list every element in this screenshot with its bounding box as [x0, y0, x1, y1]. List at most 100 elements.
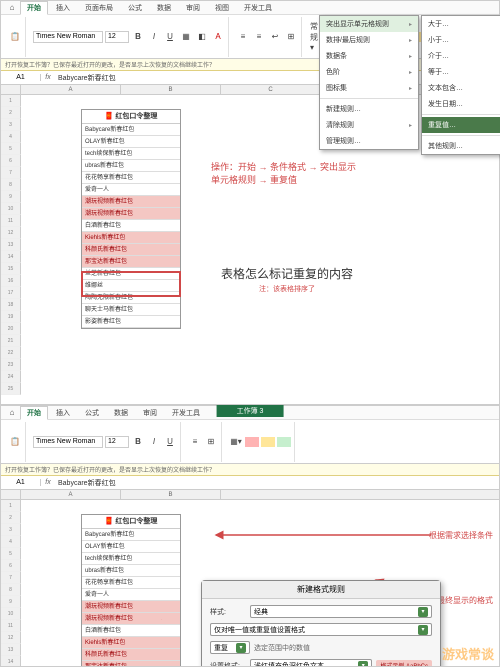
tab-review-b[interactable]: 审阅 — [136, 406, 164, 420]
menu-top-bottom[interactable]: 数排/最后规则▸ — [320, 32, 418, 48]
table-row[interactable]: Kiehls新春红包 — [82, 232, 180, 244]
table-row[interactable]: 聊天士马新春红包 — [82, 304, 180, 316]
submenu-between[interactable]: 介于… — [422, 48, 500, 64]
tab-start[interactable]: 开始 — [20, 1, 48, 15]
size-select[interactable] — [105, 31, 129, 43]
tab-review[interactable]: 审阅 — [179, 1, 207, 15]
table-row[interactable]: 陶陶无限新春红包 — [82, 292, 180, 304]
home-icon-b[interactable]: ⌂ — [5, 406, 19, 420]
table-row[interactable]: 花花畅享新春红包 — [82, 172, 180, 184]
rule-type-select[interactable]: 仅对唯一值或重复值设置格式▾ — [210, 623, 432, 636]
table-row[interactable]: tech续保新春红包 — [82, 553, 180, 565]
bold-b[interactable]: B — [131, 435, 145, 449]
align-b[interactable]: ≡ — [188, 435, 202, 449]
home-icon[interactable]: ⌂ — [5, 1, 19, 15]
style-select[interactable]: 经典▾ — [250, 605, 432, 618]
table-row[interactable]: 那宝达新春红包 — [82, 661, 180, 666]
tab-data-b[interactable]: 数据 — [107, 406, 135, 420]
italic-b[interactable]: I — [147, 435, 161, 449]
formula-value-b[interactable]: Babycare新春红包 — [55, 478, 119, 488]
tab-view[interactable]: 视图 — [208, 1, 236, 15]
format-select[interactable]: 浅红填充色深红色文本▾ — [250, 659, 372, 666]
underline-b[interactable]: U — [163, 435, 177, 449]
table-row[interactable]: 科颜氏新春红包 — [82, 649, 180, 661]
border-icon[interactable]: ▦ — [179, 30, 193, 44]
tab-formula-b[interactable]: 公式 — [78, 406, 106, 420]
corner-cell[interactable] — [1, 85, 21, 94]
col-b[interactable]: B — [121, 85, 221, 94]
align-left-icon[interactable]: ≡ — [236, 30, 250, 44]
col-a[interactable]: A — [21, 85, 121, 94]
merge-b[interactable]: ⊞ — [204, 435, 218, 449]
table-row[interactable]: Kiehls新春红包 — [82, 637, 180, 649]
submenu-greater[interactable]: 大于… — [422, 16, 500, 32]
table-row[interactable]: 潮玩视频新春红包 — [82, 601, 180, 613]
size-select-b[interactable] — [105, 436, 129, 448]
menu-manage-rules[interactable]: 管理规则… — [320, 133, 418, 149]
table-row[interactable]: 潮玩视频新春红包 — [82, 613, 180, 625]
fill-color-icon[interactable]: ◧ — [195, 30, 209, 44]
style-bad-b[interactable] — [245, 437, 259, 447]
table-row[interactable]: ubras新春红包 — [82, 565, 180, 577]
tab-insert[interactable]: 插入 — [49, 1, 77, 15]
menu-data-bars[interactable]: 数据条▸ — [320, 48, 418, 64]
table-row[interactable]: 兰芝新春红包 — [82, 268, 180, 280]
table-row[interactable]: tech续保新春红包 — [82, 148, 180, 160]
tab-formula[interactable]: 公式 — [121, 1, 149, 15]
col-c[interactable]: C — [221, 85, 321, 94]
menu-color-scales[interactable]: 色阶▸ — [320, 64, 418, 80]
font-color-icon[interactable]: A — [211, 30, 225, 44]
col-b-b[interactable]: B — [121, 490, 221, 499]
table-row[interactable]: OLAY新春红包 — [82, 541, 180, 553]
corner-b[interactable] — [1, 490, 21, 499]
fx-icon[interactable]: fx — [41, 74, 55, 81]
underline-icon[interactable]: U — [163, 30, 177, 44]
style-neutral-b[interactable] — [261, 437, 275, 447]
submenu-text[interactable]: 文本包含… — [422, 80, 500, 96]
font-select[interactable] — [33, 31, 103, 43]
formula-value[interactable]: Babycare新春红包 — [55, 73, 119, 83]
table-row[interactable]: 那宝达新春红包 — [82, 256, 180, 268]
cond-fmt-b[interactable]: ▦▾ — [229, 435, 243, 449]
paste-icon[interactable]: 📋 — [8, 30, 22, 44]
table-row[interactable]: ubras新春红包 — [82, 160, 180, 172]
table-row[interactable]: 白酒新春红包 — [82, 220, 180, 232]
italic-icon[interactable]: I — [147, 30, 161, 44]
table-row[interactable]: Babycare新春红包 — [82, 529, 180, 541]
menu-highlight-rules[interactable]: 突出显示单元格规则▸ — [320, 16, 418, 32]
align-center-icon[interactable]: ≡ — [252, 30, 266, 44]
submenu-duplicate[interactable]: 重复值… — [422, 117, 500, 133]
table-row[interactable]: OLAY新春红包 — [82, 136, 180, 148]
font-select-b[interactable] — [33, 436, 103, 448]
table-row[interactable]: 维娜丝 — [82, 280, 180, 292]
tab-start-b[interactable]: 开始 — [20, 406, 48, 420]
table-row[interactable]: 爱奇一人 — [82, 184, 180, 196]
table-row[interactable]: Babycare新春红包 — [82, 124, 180, 136]
tab-layout[interactable]: 页面布局 — [78, 1, 120, 15]
style-good-b[interactable] — [277, 437, 291, 447]
submenu-equal[interactable]: 等于… — [422, 64, 500, 80]
col-a-b[interactable]: A — [21, 490, 121, 499]
menu-icon-sets[interactable]: 图标集▸ — [320, 80, 418, 96]
merge-icon[interactable]: ⊞ — [284, 30, 298, 44]
tab-dev[interactable]: 开发工具 — [237, 1, 279, 15]
menu-new-rule[interactable]: 新建规则… — [320, 101, 418, 117]
scope-select[interactable]: 重复▾ — [210, 641, 250, 654]
table-row[interactable]: 科颜氏新春红包 — [82, 244, 180, 256]
wrap-icon[interactable]: ↩ — [268, 30, 282, 44]
table-row[interactable]: 潮玩视频新春红包 — [82, 196, 180, 208]
table-row[interactable]: 影姿新春红包 — [82, 316, 180, 328]
submenu-less[interactable]: 小于… — [422, 32, 500, 48]
submenu-other[interactable]: 其他规则… — [422, 138, 500, 154]
fx-icon-b[interactable]: fx — [41, 479, 55, 486]
name-box-b[interactable]: A1 — [1, 479, 41, 486]
bold-icon[interactable]: B — [131, 30, 145, 44]
menu-clear-rules[interactable]: 清除规则▸ — [320, 117, 418, 133]
tab-data[interactable]: 数据 — [150, 1, 178, 15]
table-row[interactable]: 花花畅享新春红包 — [82, 577, 180, 589]
table-row[interactable]: 潮玩视频新春红包 — [82, 208, 180, 220]
submenu-date[interactable]: 发生日期… — [422, 96, 500, 112]
table-row[interactable]: 爱奇一人 — [82, 589, 180, 601]
name-box[interactable]: A1 — [1, 74, 41, 81]
tab-insert-b[interactable]: 插入 — [49, 406, 77, 420]
